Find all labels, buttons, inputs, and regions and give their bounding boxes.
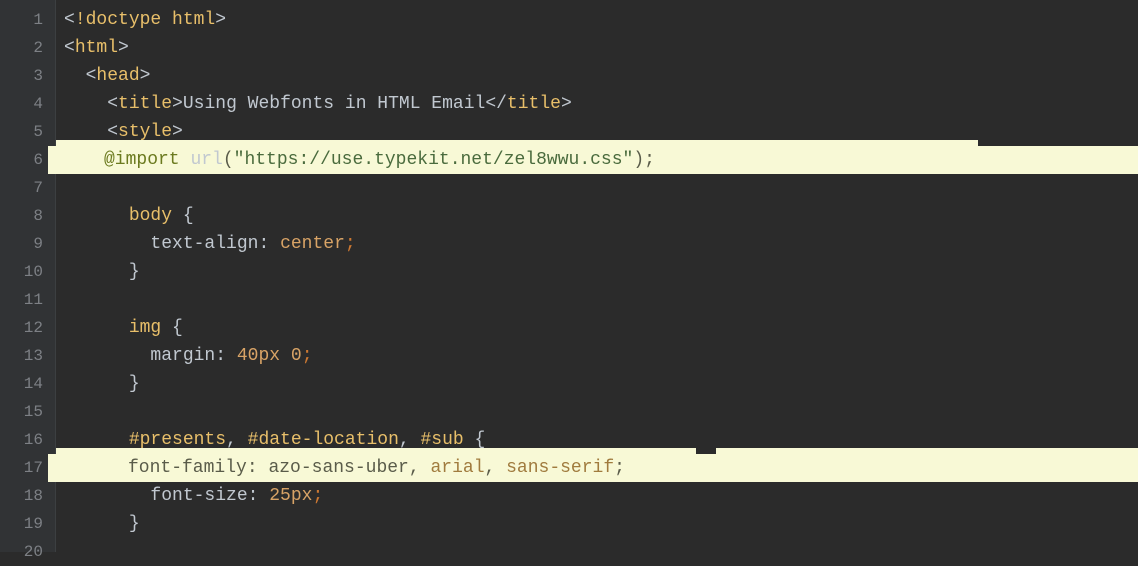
line-number: 2 — [0, 34, 55, 62]
line-number: 1 — [0, 6, 55, 34]
line-number: 7 — [0, 174, 55, 202]
line-number: 19 — [0, 510, 55, 538]
line-number: 10 — [0, 258, 55, 286]
code-line[interactable]: } — [56, 258, 1138, 286]
line-number: 11 — [0, 286, 55, 314]
code-line[interactable]: } — [56, 370, 1138, 398]
line-number: 17 — [0, 454, 55, 482]
code-line[interactable]: font-size: 25px; — [56, 482, 1138, 510]
code-line[interactable]: img { — [56, 314, 1138, 342]
line-number: 14 — [0, 370, 55, 398]
code-line[interactable]: <title>Using Webfonts in HTML Email</tit… — [56, 90, 1138, 118]
code-line[interactable]: <!doctype html> — [56, 6, 1138, 34]
line-number: 18 — [0, 482, 55, 510]
line-number: 6 — [0, 146, 55, 174]
code-line[interactable]: } — [56, 510, 1138, 538]
line-number: 9 — [0, 230, 55, 258]
code-line[interactable]: <head> — [56, 62, 1138, 90]
line-number: 16 — [0, 426, 55, 454]
line-number: 4 — [0, 90, 55, 118]
code-line[interactable]: margin: 40px 0; — [56, 342, 1138, 370]
line-number: 5 — [0, 118, 55, 146]
code-line-highlighted[interactable]: @import url("https://use.typekit.net/zel… — [56, 146, 1138, 174]
code-line[interactable] — [56, 398, 1138, 426]
code-editor[interactable]: 1 2 3 4 5 6 7 8 9 10 11 12 13 14 15 16 1… — [0, 0, 1138, 552]
code-line-highlighted[interactable]: font-family: azo-sans-uber, arial, sans-… — [56, 454, 1138, 482]
code-line[interactable]: <html> — [56, 34, 1138, 62]
line-number: 3 — [0, 62, 55, 90]
code-line[interactable]: body { — [56, 202, 1138, 230]
code-line[interactable] — [56, 286, 1138, 314]
code-line[interactable] — [56, 174, 1138, 202]
code-line[interactable] — [56, 538, 1138, 566]
line-number: 13 — [0, 342, 55, 370]
line-number: 12 — [0, 314, 55, 342]
line-number: 8 — [0, 202, 55, 230]
code-area[interactable]: <!doctype html> <html> <head> <title>Usi… — [56, 0, 1138, 552]
code-line[interactable]: text-align: center; — [56, 230, 1138, 258]
line-number: 15 — [0, 398, 55, 426]
line-number: 20 — [0, 538, 55, 566]
